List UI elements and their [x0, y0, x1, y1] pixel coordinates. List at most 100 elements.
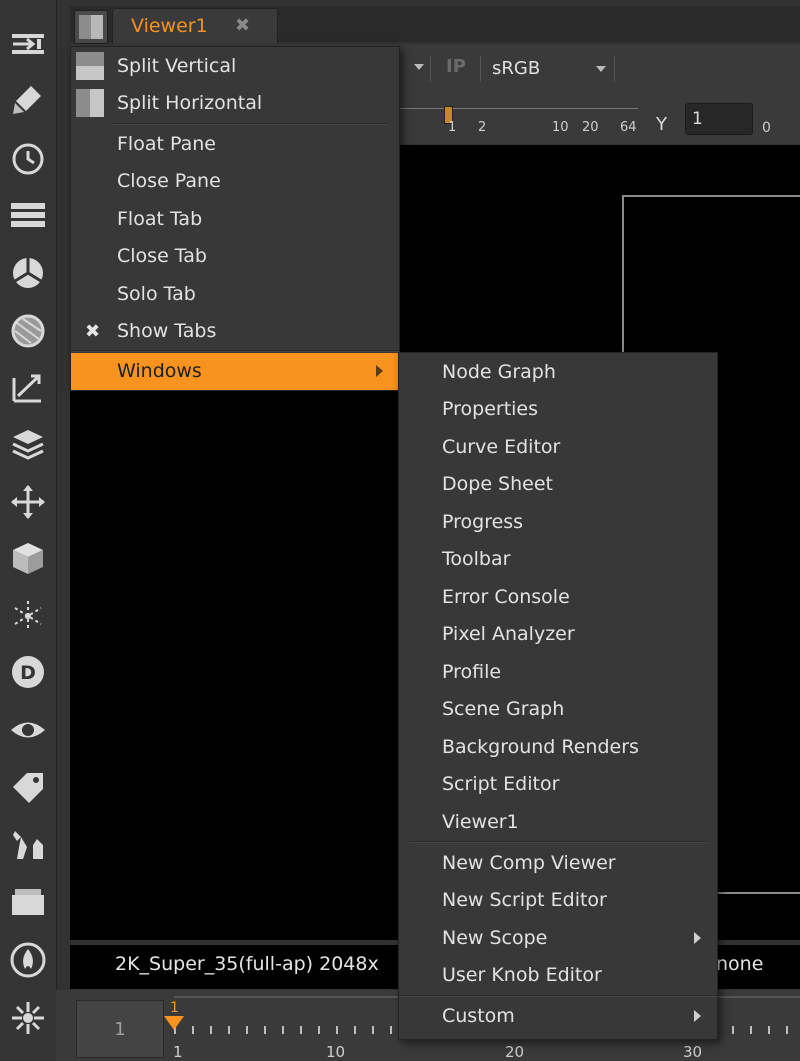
merge-icon[interactable]	[6, 422, 50, 466]
deep-icon[interactable]: D	[6, 650, 50, 694]
current-frame-field[interactable]: 1	[76, 1000, 164, 1058]
menu-item-label: Scene Graph	[442, 698, 565, 720]
menu-item-label: Script Editor	[442, 773, 560, 795]
submenu-arrow-icon	[694, 932, 701, 944]
menu-item-toolbar[interactable]: Toolbar	[399, 541, 717, 578]
metadata-icon[interactable]	[6, 766, 50, 810]
timeline-tick-label: 10	[326, 1043, 346, 1061]
pane-context-menu: Split Vertical Split Horizontal Float Pa…	[70, 46, 400, 391]
menu-item-close-tab[interactable]: Close Tab	[71, 238, 399, 275]
particles-icon[interactable]	[6, 594, 50, 638]
menu-separator	[399, 995, 717, 997]
chevron-down-icon[interactable]	[596, 66, 606, 72]
menu-item-float-tab[interactable]: Float Tab	[71, 201, 399, 238]
menu-item-label: Background Renders	[442, 736, 639, 758]
checkmark-icon: ✖	[85, 321, 101, 342]
plugins-icon[interactable]	[6, 996, 50, 1040]
ruler-label: 10	[552, 120, 569, 135]
divider	[430, 56, 431, 82]
viewer-lut-select[interactable]: sRGB	[492, 58, 540, 79]
menu-item-new-comp-viewer[interactable]: New Comp Viewer	[399, 845, 717, 882]
menu-item-custom[interactable]: Custom	[399, 998, 717, 1035]
menu-item-float-pane[interactable]: Float Pane	[71, 126, 399, 163]
menu-item-properties[interactable]: Properties	[399, 391, 717, 428]
menu-item-script-editor[interactable]: Script Editor	[399, 766, 717, 803]
menu-item-profile[interactable]: Profile	[399, 654, 717, 691]
slider-track	[398, 108, 638, 109]
menu-separator	[113, 123, 389, 125]
dropdown-arrow-icon[interactable]	[414, 64, 424, 70]
ruler-label: 2	[478, 120, 487, 135]
views-icon[interactable]	[6, 708, 50, 752]
menu-item-label: Dope Sheet	[442, 473, 553, 495]
menu-item-label: User Knob Editor	[442, 964, 602, 986]
time-icon[interactable]	[6, 136, 50, 180]
menu-item-solo-tab[interactable]: Solo Tab	[71, 276, 399, 313]
playhead-icon[interactable]	[164, 1016, 184, 1030]
menu-item-label: Toolbar	[442, 548, 511, 570]
menu-item-label: Split Horizontal	[117, 92, 263, 114]
y-input[interactable]: 1	[685, 103, 753, 135]
menu-item-error-console[interactable]: Error Console	[399, 579, 717, 616]
ip-button[interactable]: IP	[446, 56, 466, 77]
menu-item-curve-editor[interactable]: Curve Editor	[399, 429, 717, 466]
ruler-label: 0	[762, 120, 771, 136]
menu-item-label: Node Graph	[442, 361, 556, 383]
tab-viewer1[interactable]: Viewer1 ✖	[112, 8, 278, 45]
frame-marker-label: 1	[170, 1000, 179, 1016]
menu-item-node-graph[interactable]: Node Graph	[399, 354, 717, 391]
menu-item-label: New Comp Viewer	[442, 852, 616, 874]
color-icon[interactable]	[6, 250, 50, 294]
menu-separator	[71, 350, 399, 352]
menu-item-viewer1[interactable]: Viewer1	[399, 804, 717, 841]
menu-item-label: New Script Editor	[442, 889, 607, 911]
timeline-tick-label: 20	[505, 1043, 525, 1061]
menu-item-user-knob-editor[interactable]: User Knob Editor	[399, 957, 717, 994]
menu-item-label: Float Tab	[117, 208, 203, 230]
keyer-icon[interactable]	[6, 365, 50, 409]
y-label: Y	[656, 114, 667, 135]
split-vertical-icon	[76, 52, 104, 80]
transform-icon[interactable]	[6, 480, 50, 524]
gain-slider[interactable]: 1 2 10 20 64	[398, 98, 638, 142]
filter-icon[interactable]	[6, 308, 50, 352]
menu-item-close-pane[interactable]: Close Pane	[71, 163, 399, 200]
toolsets-icon[interactable]	[6, 822, 50, 866]
menu-item-label: Solo Tab	[117, 283, 196, 305]
ruler-label: 64	[620, 120, 637, 135]
menu-item-windows[interactable]: Windows	[71, 353, 399, 390]
menu-item-dope-sheet[interactable]: Dope Sheet	[399, 466, 717, 503]
menu-item-background-renders[interactable]: Background Renders	[399, 729, 717, 766]
menu-item-label: Error Console	[442, 586, 570, 608]
channel-icon[interactable]	[6, 192, 50, 236]
content-menu-button[interactable]	[74, 10, 108, 44]
other-icon[interactable]	[6, 880, 50, 924]
channel-info: none	[716, 953, 764, 975]
furnace-icon[interactable]	[6, 938, 50, 982]
menu-item-label: Float Pane	[117, 133, 216, 155]
menu-item-split-vertical[interactable]: Split Vertical	[71, 48, 399, 85]
menu-item-new-scope[interactable]: New Scope	[399, 920, 717, 957]
3d-icon[interactable]	[6, 536, 50, 580]
menu-item-pixel-analyzer[interactable]: Pixel Analyzer	[399, 616, 717, 653]
menu-item-label: Windows	[117, 360, 202, 382]
divider	[480, 56, 481, 82]
menu-item-label: Custom	[442, 1005, 515, 1027]
menu-item-scene-graph[interactable]: Scene Graph	[399, 691, 717, 728]
menu-item-label: Close Tab	[117, 245, 207, 267]
menu-item-label: Split Vertical	[117, 55, 237, 77]
menu-item-label: Show Tabs	[117, 320, 217, 342]
menu-item-split-horizontal[interactable]: Split Horizontal	[71, 85, 399, 122]
windows-submenu: Node Graph Properties Curve Editor Dope …	[398, 352, 718, 1040]
menu-item-label: Viewer1	[442, 811, 519, 833]
format-info: 2K_Super_35(full-ap) 2048x	[115, 953, 379, 975]
submenu-arrow-icon	[376, 365, 383, 377]
paint-icon[interactable]	[6, 78, 50, 122]
divider	[614, 56, 615, 82]
ruler-label: 1	[448, 120, 457, 135]
menu-item-progress[interactable]: Progress	[399, 504, 717, 541]
menu-item-show-tabs[interactable]: ✖ Show Tabs	[71, 313, 399, 350]
input-icon[interactable]	[6, 22, 50, 66]
menu-item-new-script-editor[interactable]: New Script Editor	[399, 882, 717, 919]
close-tab-icon[interactable]: ✖	[235, 15, 250, 36]
